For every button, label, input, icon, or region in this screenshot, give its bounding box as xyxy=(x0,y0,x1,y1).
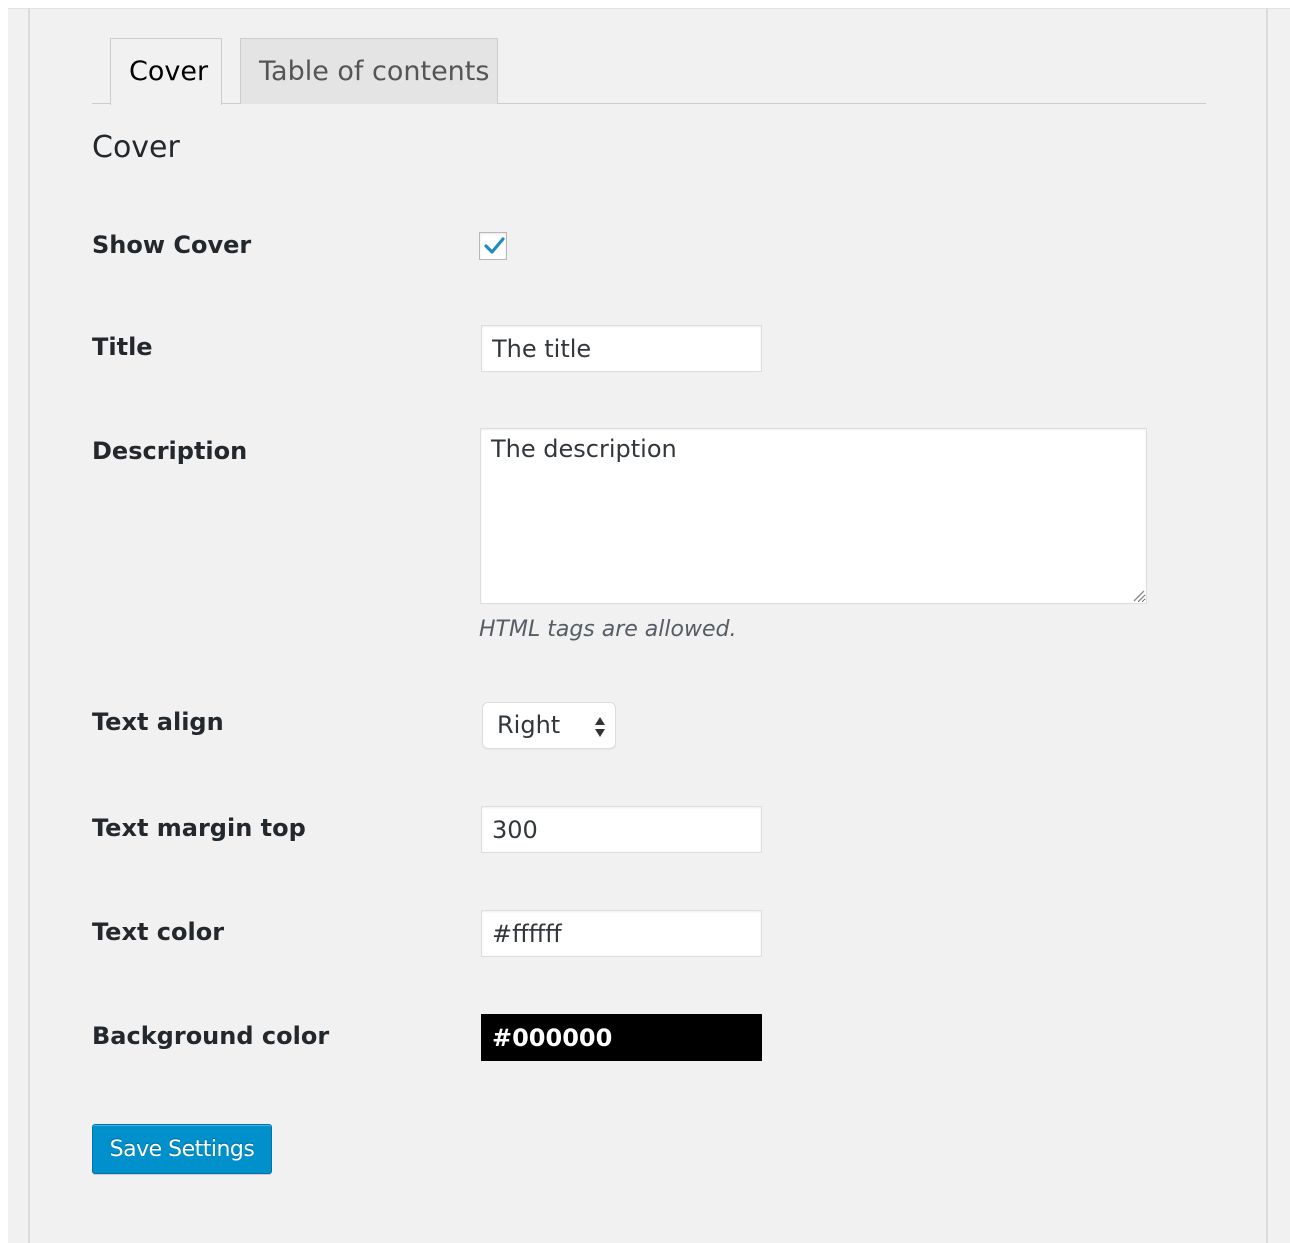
text-margin-top-label: Text margin top xyxy=(92,814,306,842)
panel-border-right xyxy=(1266,8,1268,1243)
tab-bar: Cover Table of contents xyxy=(92,38,1206,105)
text-margin-top-input[interactable] xyxy=(481,806,762,853)
text-color-label: Text color xyxy=(92,918,225,946)
section-title: Cover xyxy=(92,130,180,165)
text-align-select[interactable]: Right xyxy=(482,702,616,749)
text-align-selected-value: Right xyxy=(497,711,561,739)
tab-cover[interactable]: Cover xyxy=(110,38,222,105)
description-textarea[interactable]: The description xyxy=(480,428,1147,604)
description-label: Description xyxy=(92,437,248,465)
save-settings-button[interactable]: Save Settings xyxy=(92,1124,272,1174)
show-cover-label: Show Cover xyxy=(92,231,252,259)
resize-grip-icon[interactable] xyxy=(1131,588,1145,602)
title-label: Title xyxy=(92,333,153,361)
description-hint: HTML tags are allowed. xyxy=(479,617,737,642)
background-color-label: Background color xyxy=(92,1022,330,1050)
title-input[interactable] xyxy=(481,325,762,372)
updown-arrows-icon xyxy=(595,717,605,737)
checkmark-icon xyxy=(484,237,505,254)
background-color-input[interactable] xyxy=(481,1014,762,1061)
tab-table-of-contents[interactable]: Table of contents xyxy=(240,38,498,104)
text-color-input[interactable] xyxy=(481,910,762,957)
show-cover-checkbox[interactable] xyxy=(479,232,507,260)
text-align-label: Text align xyxy=(92,708,224,736)
panel-border-left xyxy=(28,8,30,1243)
